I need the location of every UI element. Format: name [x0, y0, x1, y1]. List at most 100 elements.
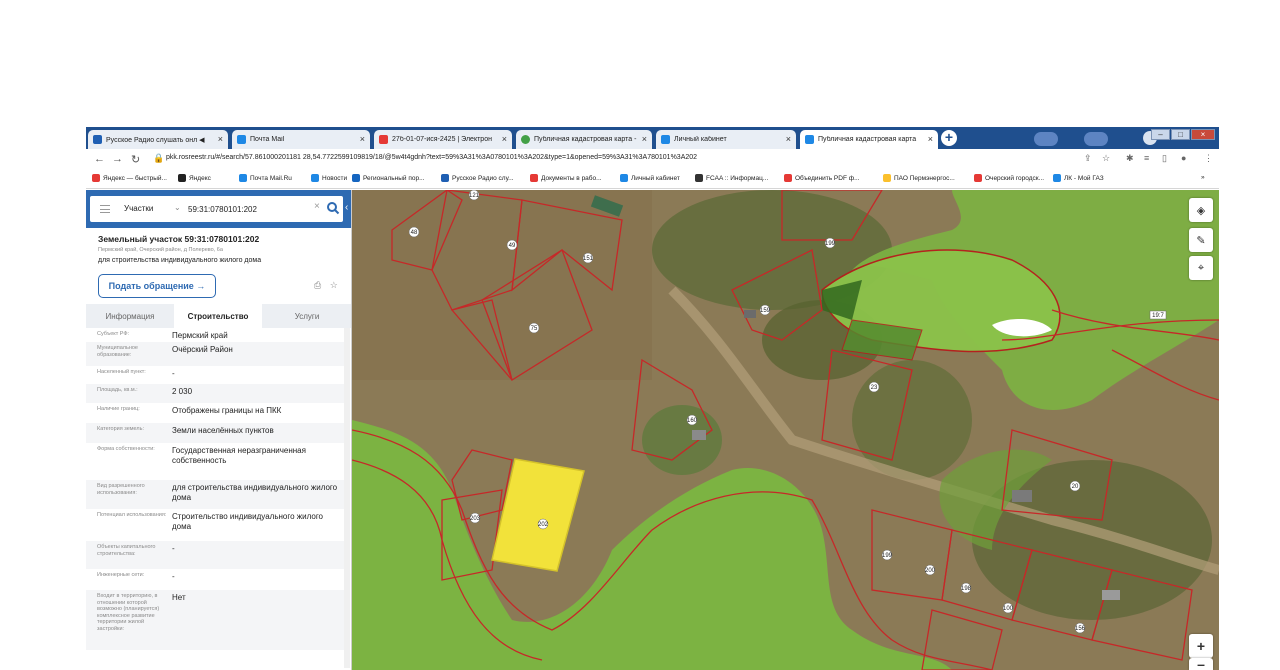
window-close-icon[interactable]: ×: [1191, 129, 1215, 140]
menu-icon[interactable]: ⋮: [1204, 153, 1213, 164]
parcel-label[interactable]: 75: [531, 326, 538, 332]
parcel-label[interactable]: 159: [760, 308, 771, 314]
locate-icon[interactable]: ⌖: [1189, 256, 1213, 280]
forward-icon[interactable]: →: [112, 153, 123, 165]
zone-label[interactable]: 19:7: [1152, 313, 1164, 319]
back-icon[interactable]: ←: [94, 153, 105, 165]
close-icon[interactable]: ×: [502, 134, 507, 144]
lock-icon[interactable]: 🔒: [153, 153, 164, 164]
bookmark-item[interactable]: Почта Mail.Ru: [239, 174, 292, 182]
print-icon[interactable]: ⎙: [314, 280, 321, 290]
parcel-label[interactable]: 151: [583, 256, 594, 262]
bookmark-item[interactable]: Новости: [311, 174, 347, 182]
chevron-down-icon[interactable]: ⌄: [174, 203, 181, 212]
bookmark-item[interactable]: Объединить PDF ф...: [784, 174, 859, 182]
bookmark-item[interactable]: Очерский городск...: [974, 174, 1044, 182]
bookmark-label: ПАО Пермэнергос...: [894, 174, 955, 182]
zoom-in-icon[interactable]: +: [1189, 634, 1213, 658]
clear-icon[interactable]: ×: [314, 201, 320, 212]
tab-pkk-1[interactable]: Публичная кадастровая карта - ×: [516, 130, 652, 149]
attribute-value: -: [172, 572, 175, 581]
map-canvas[interactable]: 48 121 49 151 75 199 159 160 23 20 203 2…: [352, 190, 1219, 670]
parcel-label[interactable]: 156: [1075, 626, 1086, 632]
attribute-row: Потенциал использования: Строительство ин…: [86, 509, 344, 541]
favorite-star-icon[interactable]: ☆: [330, 280, 338, 290]
ruler-icon[interactable]: ✎: [1189, 228, 1213, 252]
bookmark-item[interactable]: Личный кабинет: [620, 174, 680, 182]
maximize-icon[interactable]: □: [1171, 129, 1190, 140]
parcel-label[interactable]: 23: [871, 385, 878, 391]
bookmark-label: Очерский городск...: [985, 174, 1045, 182]
parcel-label[interactable]: 100: [1003, 606, 1014, 612]
bookmark-item[interactable]: Документы в рабо...: [530, 174, 602, 182]
tab-russkoe-radio[interactable]: Русское Радио слушать онл ◀ ×: [88, 130, 228, 149]
parcel-label[interactable]: 20: [1072, 484, 1079, 490]
profile-icon[interactable]: ●: [1181, 153, 1186, 163]
panel-scrollbar[interactable]: [344, 328, 350, 668]
cadastral-map[interactable]: 48 121 49 151 75 199 159 160 23 20 203 2…: [352, 190, 1219, 670]
bookmark-item[interactable]: ПАО Пермэнергос...: [883, 174, 955, 182]
attribute-value: Очёрский Район: [172, 345, 233, 354]
minimize-icon[interactable]: –: [1151, 129, 1170, 140]
cabinet-icon: [661, 135, 670, 144]
parcel-label[interactable]: 160: [687, 418, 698, 424]
bookmark-item[interactable]: Яндекс — быстрый...: [92, 174, 167, 182]
extensions-icon[interactable]: ✱: [1126, 153, 1134, 164]
tab-pochta-mail[interactable]: Почта Mail ×: [232, 130, 370, 149]
zoom-out-icon[interactable]: –: [1189, 656, 1213, 670]
share-icon[interactable]: ⇪: [1084, 153, 1092, 164]
tab-construction[interactable]: Строительство: [174, 304, 262, 328]
collapse-panel-icon[interactable]: ‹: [345, 202, 348, 213]
submit-request-button[interactable]: Подать обращение →: [98, 274, 216, 298]
search-input[interactable]: [188, 202, 308, 216]
parcel-label[interactable]: 199: [825, 241, 836, 247]
parcel-label[interactable]: 48: [411, 230, 418, 236]
search-icon[interactable]: [326, 200, 340, 216]
attribute-key: Площадь, кв.м.:: [97, 387, 138, 393]
parcel-label[interactable]: 203: [470, 516, 481, 522]
object-address: Пермский край, Очерский район, д Полерев…: [98, 247, 223, 253]
sidepanel-icon[interactable]: ▯: [1162, 153, 1167, 164]
tab-electron[interactable]: 27б-01-07-ися-2425 | Электрон ×: [374, 130, 512, 149]
bookmark-favicon-icon: [441, 174, 449, 182]
layers-icon[interactable]: ◈: [1189, 198, 1213, 222]
reading-list-icon[interactable]: ≡: [1144, 153, 1149, 163]
bookmark-favicon-icon: [92, 174, 100, 182]
parcel-label[interactable]: 200: [925, 568, 936, 574]
search-type-select[interactable]: Участки: [124, 204, 153, 213]
parcel-label[interactable]: 199: [882, 553, 893, 559]
menu-icon[interactable]: [100, 205, 110, 213]
close-icon[interactable]: ×: [218, 134, 223, 144]
bookmark-item[interactable]: FCAA :: Информац...: [695, 174, 768, 182]
bookmark-item[interactable]: Русское Радио слу...: [441, 174, 514, 182]
url-field[interactable]: pkk.rosreestr.ru/#/search/57.86100020118…: [166, 154, 697, 161]
attribute-key: Объекты капитального строительства:: [97, 544, 156, 557]
parcel-label[interactable]: 121: [469, 193, 480, 199]
new-tab-button[interactable]: +: [941, 130, 957, 146]
bookmark-item[interactable]: Яндекс: [178, 174, 211, 182]
bookmark-item[interactable]: Региональный пор...: [352, 174, 425, 182]
tab-services[interactable]: Услуги: [262, 304, 351, 328]
check-icon: [521, 135, 530, 144]
attribute-row: Входит в территорию, в отношении которой…: [86, 590, 344, 650]
close-icon[interactable]: ×: [642, 134, 647, 144]
bookmarks-more-icon[interactable]: »: [1201, 174, 1205, 181]
attribute-key: Субъект РФ:: [97, 331, 130, 337]
reload-icon[interactable]: ↻: [131, 153, 140, 166]
attribute-value: Строительство индивидуального жилого дом…: [172, 512, 324, 531]
bookmark-item[interactable]: ЛК - Мой ГАЗ: [1053, 174, 1104, 182]
bookmark-favicon-icon: [530, 174, 538, 182]
parcel-label[interactable]: 49: [509, 243, 516, 249]
tab-lichny-kabinet[interactable]: Личный кабинет ×: [656, 130, 796, 149]
star-icon[interactable]: ☆: [1102, 153, 1110, 164]
selected-parcel-label[interactable]: 202: [538, 522, 549, 528]
tab-pkk-active[interactable]: Публичная кадастровая карта ×: [800, 130, 938, 149]
close-icon[interactable]: ×: [360, 134, 365, 144]
close-icon[interactable]: ×: [928, 134, 933, 144]
tab-information[interactable]: Информация: [86, 304, 174, 328]
bookmark-favicon-icon: [974, 174, 982, 182]
attribute-value: Отображены границы на ПКК: [172, 406, 282, 415]
attribute-row: Инженерные сети: -: [86, 569, 344, 590]
close-icon[interactable]: ×: [786, 134, 791, 144]
parcel-label[interactable]: 198: [961, 586, 972, 592]
